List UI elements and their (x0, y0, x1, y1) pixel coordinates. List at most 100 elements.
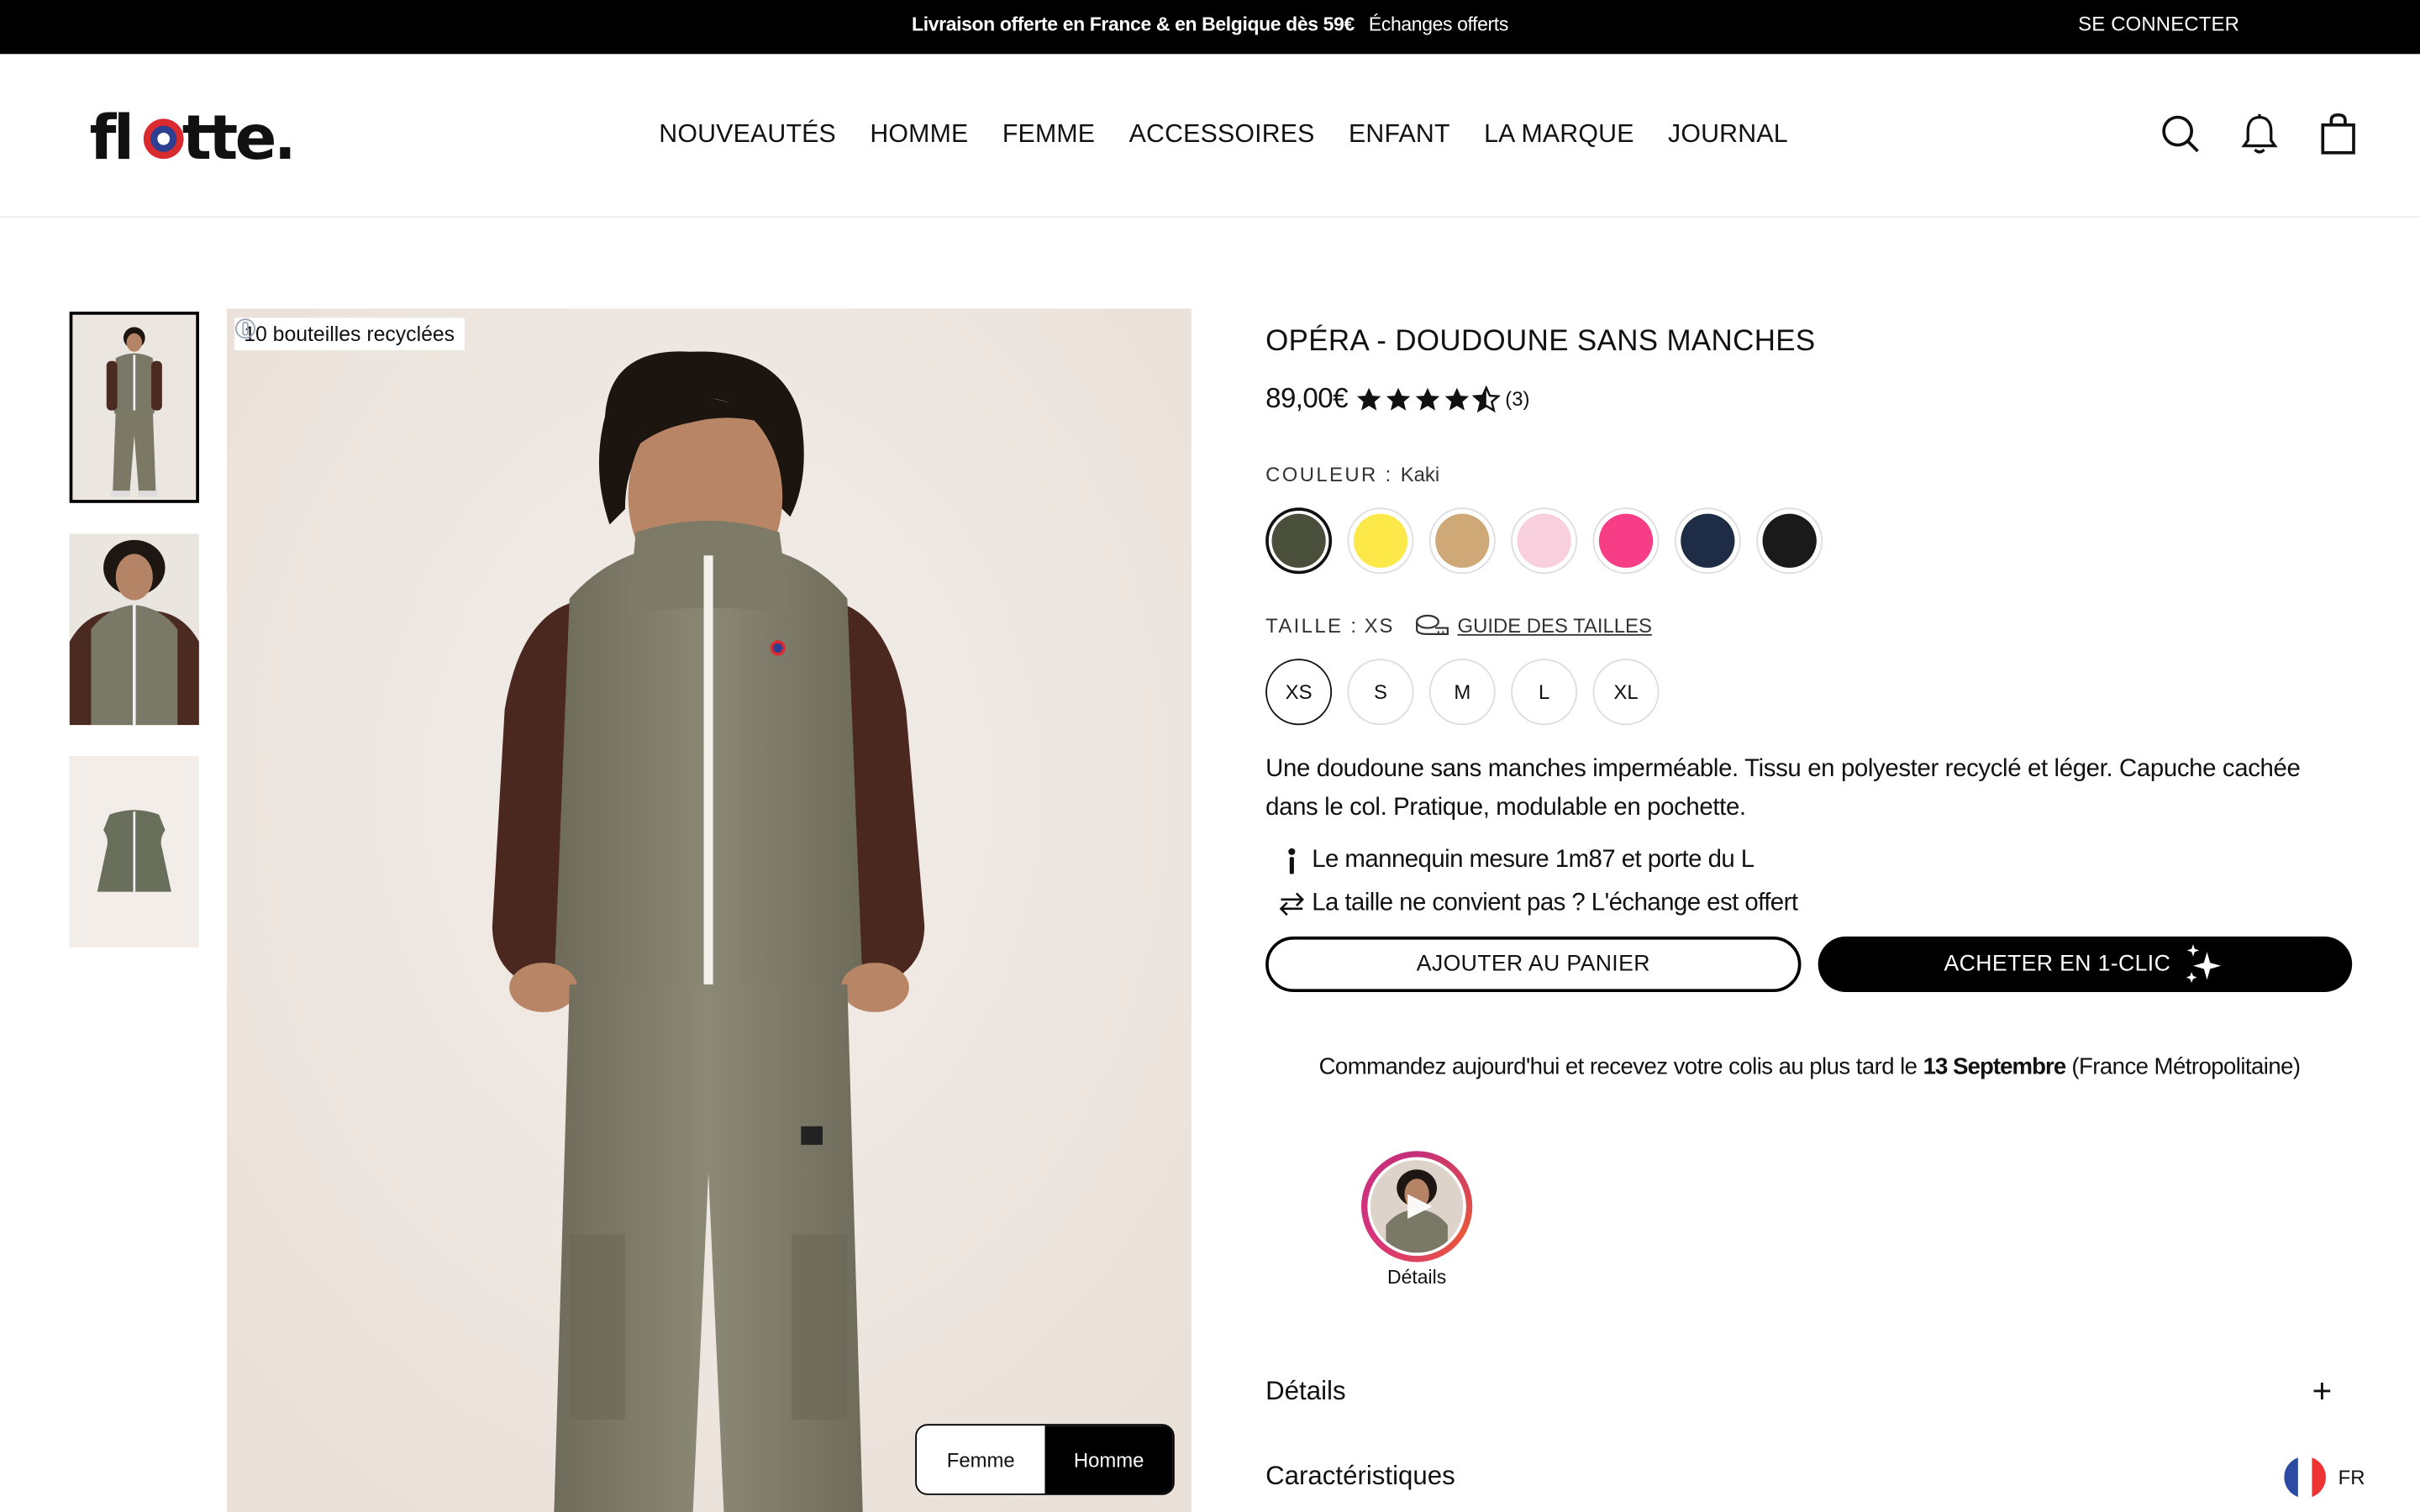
nav-journal[interactable]: JOURNAL (1668, 120, 1788, 150)
color-swatch[interactable] (1756, 507, 1823, 575)
svg-text:tte.: tte. (182, 102, 291, 171)
product-main-image[interactable]: 10 bouteilles recyclées Femme Homme (227, 308, 1192, 1512)
star-icon (1472, 385, 1501, 412)
nav-la-marque[interactable]: LA MARQUE (1484, 120, 1634, 150)
story-image (1370, 1160, 1464, 1253)
accordion-header-characteristics[interactable]: Caractéristiques (1265, 1461, 2354, 1492)
size-options: XS S M L XL (1265, 659, 2354, 726)
nav-homme[interactable]: HOMME (870, 120, 968, 150)
language-code: FR (2338, 1465, 2365, 1489)
recycled-badge-text: 10 bouteilles recyclées (244, 322, 455, 346)
site-header: fl tte. NOUVEAUTÉS HOMME FEMME ACCESSOIR… (0, 54, 2420, 218)
nav-accessoires[interactable]: ACCESSOIRES (1129, 120, 1315, 150)
color-label-text: COULEUR : (1265, 463, 1393, 486)
search-icon[interactable] (2160, 113, 2201, 155)
color-swatches (1265, 507, 2354, 575)
delivery-estimate: Commandez aujourd'hui et recevez votre c… (1265, 1053, 2354, 1079)
story-thumbnail (1370, 1160, 1464, 1253)
size-guide[interactable]: GUIDE DES TAILLES (1414, 612, 1652, 637)
gender-toggle: Femme Homme (915, 1424, 1175, 1495)
story-inner (1367, 1157, 1466, 1257)
language-selector[interactable]: FR (2284, 1456, 2365, 1499)
rating-stars[interactable] (1355, 385, 1501, 412)
announcement-bar: Livraison offerte en France & en Belgiqu… (0, 0, 2420, 55)
accordion-characteristics[interactable]: Caractéristiques (1265, 1461, 2354, 1492)
exchange-text: La taille ne convient pas ? L'échange es… (1312, 890, 1798, 917)
buy-one-click-label: ACHETER EN 1-CLIC (1944, 952, 2171, 977)
thumbnail-full-body[interactable] (69, 312, 199, 503)
delivery-suffix: (France Métropolitaine) (2071, 1053, 2301, 1080)
plus-icon: + (2312, 1371, 2333, 1410)
accordion-title-details: Détails (1265, 1376, 1346, 1406)
header-actions (2160, 113, 2358, 155)
nav-enfant[interactable]: ENFANT (1349, 120, 1450, 150)
product-description: Une doudoune sans manches imperméable. T… (1265, 756, 2301, 822)
person-icon (1288, 848, 1296, 874)
promo-free-exchange: Échanges offerts (1368, 13, 1508, 36)
color-swatch-fill (1762, 513, 1817, 568)
product-price: 89,00€ (1265, 382, 1348, 414)
model-size-text: Le mannequin mesure 1m87 et porte du L (1312, 847, 1754, 874)
accordion-details[interactable]: Détails + (1265, 1372, 2354, 1412)
recycled-bottles-badge: 10 bouteilles recyclées (234, 318, 465, 350)
model-size-info: Le mannequin mesure 1m87 et porte du L (1265, 846, 2354, 877)
color-swatch[interactable] (1347, 507, 1414, 575)
promo-free-shipping: Livraison offerte en France & en Belgiqu… (912, 13, 1355, 36)
exchange-icon (1279, 892, 1305, 916)
product-title: OPÉRA - DOUDOUNE SANS MANCHES (1265, 325, 1816, 359)
color-swatch-fill (1435, 513, 1490, 568)
toggle-femme[interactable]: Femme (917, 1425, 1044, 1494)
sparkles-icon (2186, 944, 2222, 983)
color-value: Kaki (1400, 463, 1440, 486)
size-option[interactable]: L (1511, 659, 1578, 726)
model-photo (227, 308, 1192, 1512)
star-icon (1386, 386, 1411, 410)
size-option[interactable]: S (1347, 659, 1414, 726)
toggle-homme[interactable]: Homme (1044, 1425, 1173, 1494)
nav-femme[interactable]: FEMME (1002, 120, 1095, 150)
nav-nouveautes[interactable]: NOUVEAUTÉS (659, 120, 836, 150)
size-guide-link[interactable]: GUIDE DES TAILLES (1458, 613, 1652, 637)
model-closeup-thumbnail (69, 533, 199, 726)
star-icon (1416, 386, 1440, 410)
color-swatch[interactable] (1265, 507, 1333, 575)
color-swatch-fill (1598, 513, 1654, 568)
product-info: OPÉRA - DOUDOUNE SANS MANCHES 89,00€ (3)… (1265, 308, 2354, 1490)
main-nav: NOUVEAUTÉS HOMME FEMME ACCESSOIRES ENFAN… (659, 120, 1787, 150)
bag-icon[interactable] (2318, 113, 2359, 155)
accordion-title-characteristics: Caractéristiques (1265, 1461, 1455, 1491)
bell-icon[interactable] (2239, 113, 2280, 155)
color-swatch[interactable] (1592, 507, 1660, 575)
delivery-prefix: Commandez aujourd'hui et recevez votre c… (1318, 1053, 1918, 1080)
accordion-header-details[interactable]: Détails + (1265, 1372, 2354, 1412)
model-full-thumbnail (69, 312, 199, 503)
france-flag-icon (2284, 1456, 2326, 1499)
cta-row: AJOUTER AU PANIER ACHETER EN 1-CLIC (1265, 936, 2354, 993)
story-ring (1361, 1151, 1473, 1263)
login-link[interactable]: SE CONNECTER (2078, 13, 2239, 36)
delivery-date: 13 Septembre (1923, 1053, 2067, 1080)
size-label-row: TAILLE : XS GUIDE DES TAILLES (1265, 612, 2354, 637)
color-swatch-fill (1517, 513, 1571, 568)
color-swatch[interactable] (1511, 507, 1578, 575)
price-rating-row: 89,00€ (3) (1265, 383, 2354, 416)
thumbnail-close-up[interactable] (69, 533, 199, 726)
story-label: Détails (1387, 1266, 1447, 1289)
color-swatch[interactable] (1674, 507, 1741, 575)
buy-one-click-button[interactable]: ACHETER EN 1-CLIC (1818, 936, 2353, 993)
review-count[interactable]: (3) (1505, 387, 1529, 411)
flotte-logo[interactable]: fl tte. (90, 100, 291, 171)
video-story[interactable]: Détails (1361, 1151, 1473, 1289)
color-swatch[interactable] (1428, 507, 1496, 575)
thumbnail-product-flat[interactable] (69, 756, 199, 948)
recycle-icon (235, 318, 255, 339)
thumbnail-list (69, 312, 199, 978)
size-option[interactable]: M (1428, 659, 1496, 726)
color-swatch-fill (1681, 513, 1735, 568)
measuring-tape-icon (1416, 614, 1449, 635)
add-to-cart-button[interactable]: AJOUTER AU PANIER (1265, 936, 1802, 993)
svg-text:fl: fl (90, 102, 132, 171)
size-option[interactable]: XL (1592, 659, 1660, 726)
color-label: COULEUR : Kaki (1265, 463, 2354, 486)
size-option[interactable]: XS (1265, 659, 1333, 726)
